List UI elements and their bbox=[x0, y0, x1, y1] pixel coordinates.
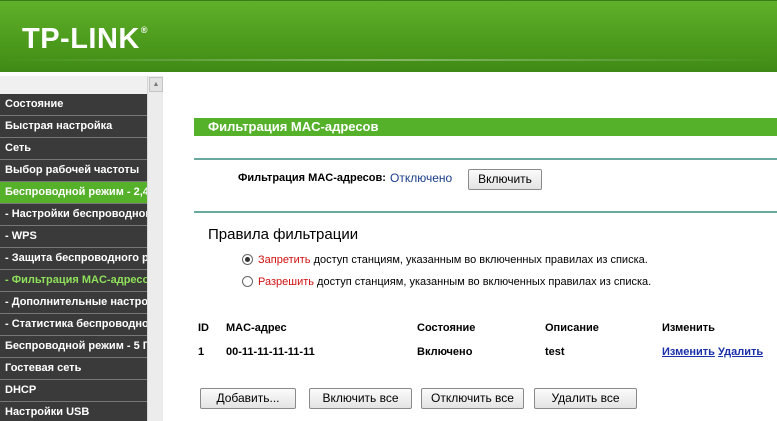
sidebar-scrollbar[interactable]: ▲ bbox=[147, 76, 163, 421]
sidebar-item-wireless-security[interactable]: - Защита беспроводного режима bbox=[0, 248, 147, 270]
row-edit-link[interactable]: Изменить bbox=[662, 346, 715, 358]
sidebar-menu: Состояние Быстрая настройка Сеть Выбор р… bbox=[0, 94, 147, 421]
row-description: test bbox=[545, 346, 565, 358]
column-header-edit: Изменить bbox=[662, 322, 715, 334]
row-state: Включено bbox=[417, 346, 473, 358]
sidebar-item-advanced[interactable]: - Дополнительные настройки bbox=[0, 292, 147, 314]
registered-mark: ® bbox=[140, 25, 149, 35]
section-divider-top bbox=[194, 158, 777, 160]
column-header-description: Описание bbox=[545, 322, 599, 334]
filter-label: Фильтрация MAC-адресов: bbox=[238, 172, 386, 184]
sidebar-item-dhcp[interactable]: DHCP bbox=[0, 380, 147, 402]
sidebar-item-quick-setup[interactable]: Быстрая настройка bbox=[0, 116, 147, 138]
rule-option-deny[interactable]: Запретить доступ станциям, указанным во … bbox=[242, 254, 648, 266]
deny-radio[interactable] bbox=[242, 254, 253, 265]
allow-radio[interactable] bbox=[242, 276, 253, 287]
add-button[interactable]: Добавить... bbox=[200, 388, 296, 409]
enable-all-button[interactable]: Включить все bbox=[309, 388, 412, 409]
sidebar-item-wps[interactable]: - WPS bbox=[0, 226, 147, 248]
row-delete-link[interactable]: Удалить bbox=[718, 346, 763, 358]
sidebar: Состояние Быстрая настройка Сеть Выбор р… bbox=[0, 76, 163, 421]
section-title: Фильтрация MAC-адресов bbox=[194, 118, 777, 136]
scroll-up-arrow-icon[interactable]: ▲ bbox=[149, 77, 163, 92]
allow-description: доступ станциям, указанным во включенных… bbox=[317, 276, 652, 288]
disable-all-button[interactable]: Отключить все bbox=[421, 388, 524, 409]
sidebar-item-guest-network[interactable]: Гостевая сеть bbox=[0, 358, 147, 380]
allow-keyword: Разрешить bbox=[258, 276, 314, 288]
sidebar-item-wireless-stats[interactable]: - Статистика беспроводного режима bbox=[0, 314, 147, 336]
sidebar-item-mac-filtering[interactable]: - Фильтрация MAC-адресов bbox=[0, 270, 147, 292]
sidebar-item-band-select[interactable]: Выбор рабочей частоты bbox=[0, 160, 147, 182]
sidebar-item-wireless-24[interactable]: Беспроводной режим - 2,4 ГГц bbox=[0, 182, 147, 204]
logo-text: TP-LINK bbox=[22, 23, 140, 55]
rule-option-allow[interactable]: Разрешить доступ станциям, указанным во … bbox=[242, 276, 651, 288]
header-banner: TP-LINK® bbox=[0, 0, 777, 72]
header-highlight-line bbox=[0, 59, 777, 61]
delete-all-button[interactable]: Удалить все bbox=[534, 388, 637, 409]
sidebar-item-wireless-5[interactable]: Беспроводной режим - 5 ГГц bbox=[0, 336, 147, 358]
sidebar-item-status[interactable]: Состояние bbox=[0, 94, 147, 116]
column-header-mac: MAC-адрес bbox=[226, 322, 287, 334]
enable-filter-button[interactable]: Включить bbox=[468, 169, 542, 190]
column-header-id: ID bbox=[198, 322, 209, 334]
sidebar-item-usb-settings[interactable]: Настройки USB bbox=[0, 402, 147, 421]
tp-link-logo: TP-LINK® bbox=[22, 23, 148, 56]
main-content: Фильтрация MAC-адресов Фильтрация MAC-ад… bbox=[164, 76, 777, 421]
row-mac: 00-11-11-11-11-11 bbox=[226, 346, 315, 358]
sidebar-item-wireless-settings[interactable]: - Настройки беспроводного режима bbox=[0, 204, 147, 226]
section-divider-middle bbox=[194, 211, 777, 213]
column-header-state: Состояние bbox=[417, 322, 476, 334]
rules-title: Правила фильтрации bbox=[208, 226, 359, 243]
row-id: 1 bbox=[198, 346, 205, 358]
deny-description: доступ станциям, указанным во включенных… bbox=[313, 254, 648, 266]
filter-status: Отключено bbox=[390, 171, 453, 185]
deny-keyword: Запретить bbox=[258, 254, 311, 266]
sidebar-item-network[interactable]: Сеть bbox=[0, 138, 147, 160]
